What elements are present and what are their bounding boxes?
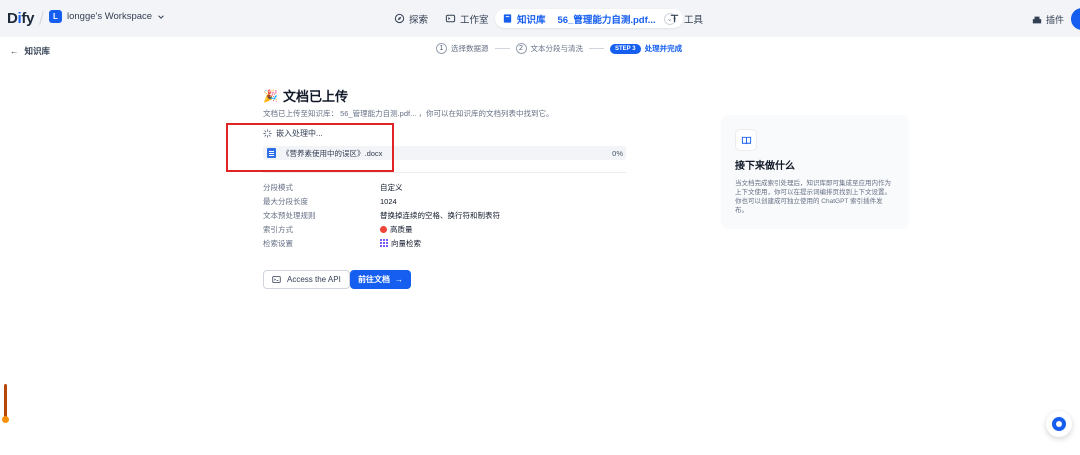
access-api-button[interactable]: Access the API [263,270,350,289]
terminal-icon [272,276,281,283]
plugins-button[interactable]: 插件 [1032,13,1064,26]
nav-explore[interactable]: 探索 [387,9,435,28]
dify-logo[interactable]: Dify [7,10,34,27]
step-1-label: 选择数据源 [451,44,489,53]
setting-value: 自定义 [380,182,403,192]
setting-value: 向量检索 [391,238,421,248]
go-to-documents-button[interactable]: 前往文档 → [350,270,411,289]
upload-result: 🎉 文档已上传 文档已上传至知识库： 56_管理能力自测.pdf... ，你可以… [263,86,643,119]
step-2-label: 文本分段与清洗 [530,44,584,53]
nav-tools-label: 工具 [684,14,704,26]
setting-row: 最大分段长度 1024 [263,194,500,208]
thermometer-bulb [2,416,9,423]
back-to-knowledge[interactable]: ← 知识库 [10,45,50,57]
setting-row: 文本预处理规则 替换掉连续的空格、换行符和制表符 [263,208,500,222]
annotation-highlight-box [226,123,394,172]
arrow-right-icon: → [395,275,403,284]
step-connector [494,48,510,49]
step-3-label: 处理并完成 [644,44,683,53]
plugin-icon [1032,16,1042,23]
plugins-label: 插件 [1046,15,1065,25]
progress-percent: 0% [612,149,623,158]
setting-value: 1024 [380,196,397,206]
tools-icon [670,14,679,23]
open-book-icon [735,129,757,151]
compass-icon [394,13,405,24]
nav-studio-label: 工作室 [460,14,489,26]
chat-bubble-icon [1052,417,1066,431]
workspace-name: longge's Workspace [67,11,153,22]
go-to-documents-label: 前往文档 [358,275,390,284]
setting-row: 分段模式 自定义 [263,180,500,194]
setting-label: 索引方式 [263,224,293,234]
setting-label: 检索设置 [263,238,293,248]
arrow-left-icon: ← [10,46,19,56]
nav-tools[interactable]: 工具 [662,9,710,28]
divider [263,172,626,173]
nav-knowledge[interactable]: 知识库 56_管理能力自测.pdf... ⌄ [495,9,683,28]
setting-row: 检索设置 向量检索 [263,236,500,250]
thermometer-widget [4,384,7,418]
retrieval-setting-value: 向量检索 [380,238,421,249]
page-subtitle: 文档已上传至知识库： 56_管理能力自测.pdf... ，你可以在知识库的文档列… [263,109,554,118]
step-3-pill: STEP 3 [610,43,641,54]
logo-part-d: D [7,10,18,27]
setting-label: 文本预处理规则 [263,210,316,220]
card-description: 当文档完成索引处理后，知识库即可集成至应用内作为上下文使用，你可以在提示词编排页… [735,180,891,214]
nav-studio[interactable]: 工作室 [438,9,496,28]
workspace-badge: L [49,10,62,23]
step-connector [589,48,604,49]
chat-assistant-button[interactable] [1046,411,1072,437]
step-1-number: 1 [436,43,447,54]
high-quality-icon [380,225,387,233]
setting-value: 高质量 [390,224,413,234]
book-icon [503,14,512,23]
vector-grid-icon [380,239,388,247]
setting-row: 索引方式 高质量 [263,222,500,236]
workspace-separator [39,11,44,25]
index-method-value: 高质量 [380,224,413,235]
chevron-down-icon [158,14,164,19]
step-2-number: 2 [515,43,527,54]
nav-explore-label: 探索 [409,14,429,26]
avatar[interactable] [1071,8,1080,30]
step-indicator: 1 选择数据源 2 文本分段与清洗 STEP 3 处理并完成 [436,43,682,54]
party-popper-icon: 🎉 [263,88,278,103]
top-nav: Dify L longge's Workspace 探索 工作室 知识库 56_… [0,0,1080,37]
logo-part-fy: fy [21,10,35,27]
access-api-label: Access the API [287,275,341,284]
current-dataset-name[interactable]: 56_管理能力自测.pdf... [558,12,656,26]
page-title: 文档已上传 [282,89,348,104]
next-steps-card: 接下来做什么 当文档完成索引处理后，知识库即可集成至应用内作为上下文使用，你可以… [721,115,909,229]
processing-settings: 分段模式 自定义 最大分段长度 1024 文本预处理规则 替换掉连续的空格、换行… [263,180,500,250]
setting-label: 分段模式 [263,182,293,192]
workspace-switcher[interactable]: L longge's Workspace [49,10,165,23]
setting-label: 最大分段长度 [263,196,308,206]
terminal-icon [445,14,456,23]
card-title: 接下来做什么 [735,161,795,172]
setting-value: 替换掉连续的空格、换行符和制表符 [380,210,500,220]
nav-knowledge-label: 知识库 [517,14,546,26]
back-label: 知识库 [24,46,51,56]
